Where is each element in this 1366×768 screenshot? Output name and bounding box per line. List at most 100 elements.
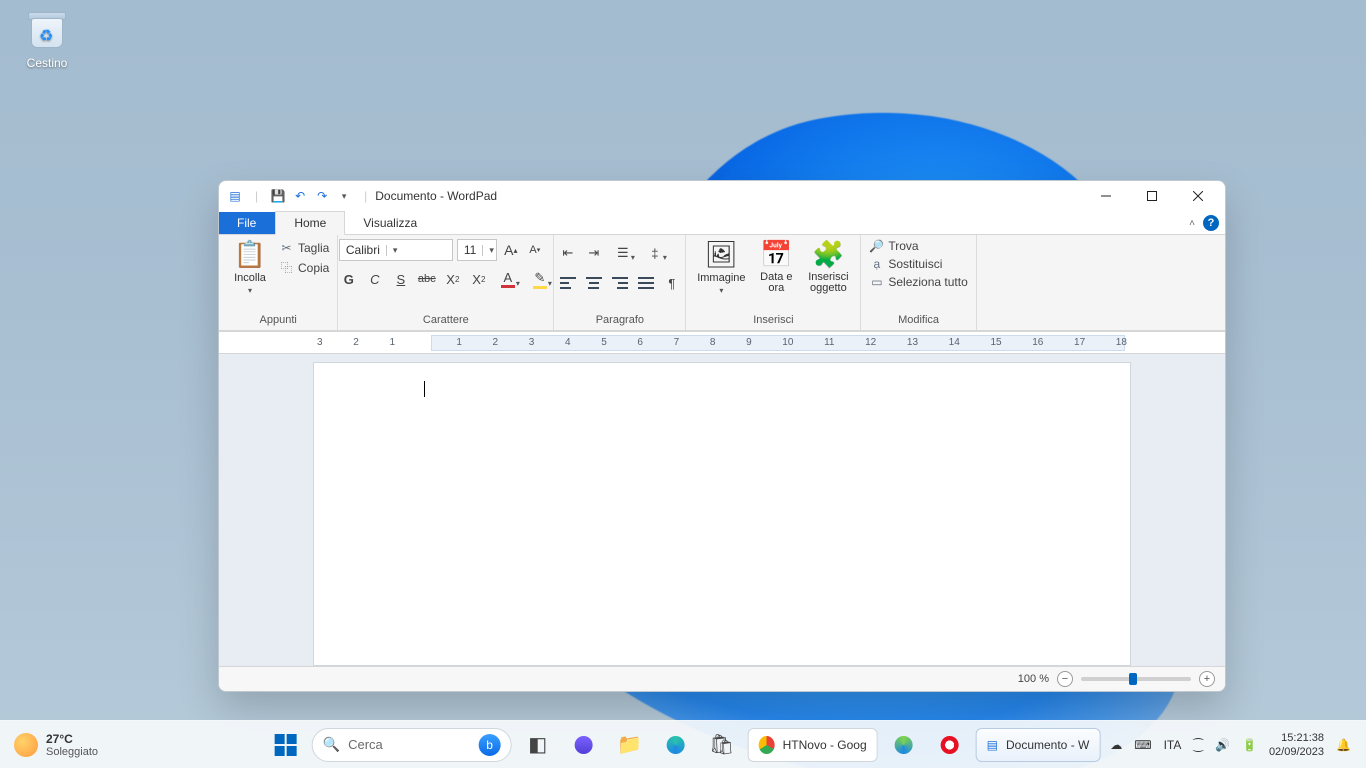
align-justify-button[interactable] [636,273,656,293]
start-button[interactable] [266,725,306,765]
undo-icon[interactable]: ↶ [292,188,308,204]
underline-button[interactable]: S [391,269,411,289]
subscript-button[interactable]: X2 [443,269,463,289]
chevron-down-icon: ▾ [719,286,723,295]
highlight-button[interactable]: ✎ [527,269,553,289]
group-label-font: Carattere [423,314,469,328]
clock[interactable]: 15:21:38 02/09/2023 [1269,731,1324,759]
ruler[interactable]: 3 2 1 1 2 3 4 5 6 7 8 9 10 11 12 13 14 1… [219,332,1225,354]
store-button[interactable]: 🛍 [702,725,742,765]
replace-icon: ạ [869,257,884,271]
wifi-icon[interactable]: ⁐ [1193,738,1203,752]
maximize-button[interactable] [1129,181,1175,211]
insert-object-button[interactable]: 🧩 Inserisci oggetto [804,239,852,294]
align-left-button[interactable] [558,273,578,293]
zoom-level: 100 % [1018,673,1049,685]
font-size-combo[interactable]: 11▾ [457,239,497,261]
font-color-button[interactable]: A [495,269,521,289]
taskbar-chrome[interactable]: HTNovo - Goog [748,728,878,762]
explorer-button[interactable]: 📁 [610,725,650,765]
scissors-icon: ✂ [279,241,294,255]
tab-view[interactable]: Visualizza [345,212,436,234]
ribbon: 📋 Incolla ▾ ✂Taglia ⿻Copia Appunti Calib… [219,235,1225,331]
superscript-button[interactable]: X2 [469,269,489,289]
zoom-in-button[interactable]: + [1199,671,1215,687]
italic-button[interactable]: C [365,269,385,289]
replace-button[interactable]: ạSostituisci [869,257,967,271]
onedrive-icon[interactable]: ☁ [1110,738,1122,752]
tab-file[interactable]: File [219,212,275,234]
language-indicator[interactable]: ITA [1164,738,1182,752]
search-input[interactable]: 🔍 Cerca b [312,728,512,762]
recycle-bin[interactable]: ♻ Cestino [12,8,82,70]
minimize-button[interactable] [1083,181,1129,211]
insert-picture-button[interactable]: 🖼 Immagine ▾ [694,239,748,295]
cut-button[interactable]: ✂Taglia [279,241,329,255]
select-all-icon: ▭ [869,275,884,289]
copy-button[interactable]: ⿻Copia [279,259,329,276]
volume-icon[interactable]: 🔊 [1215,738,1230,752]
collapse-ribbon-icon[interactable]: ˄ [1189,218,1195,229]
text-caret [424,381,425,397]
weather-temp: 27°C [46,732,98,746]
taskbar-wordpad[interactable]: ▤ Documento - W [976,728,1101,762]
chrome-icon [759,736,775,754]
sun-icon [14,733,38,757]
increase-indent-button[interactable]: ⇥ [584,243,604,263]
grow-font-button[interactable]: A▴ [501,240,521,260]
align-center-button[interactable] [584,273,604,293]
edge-icon [667,736,685,754]
redo-icon[interactable]: ↷ [314,188,330,204]
bing-icon: b [479,734,501,756]
strikethrough-button[interactable]: abє [417,269,437,289]
edge-dev-button[interactable] [884,725,924,765]
battery-icon[interactable]: 🔋 [1242,738,1257,752]
document-page[interactable] [313,362,1131,666]
line-spacing-button[interactable]: ‡ [642,243,668,263]
app-icon: ▤ [227,188,243,204]
close-button[interactable] [1175,181,1221,211]
search-icon: 🔍 [323,736,340,753]
edge-button[interactable] [656,725,696,765]
font-color-icon: A [501,270,515,288]
bold-button[interactable]: G [339,269,359,289]
zoom-out-button[interactable]: − [1057,671,1073,687]
qat-customize-icon[interactable]: ▾ [336,188,352,204]
zoom-slider[interactable] [1081,677,1191,681]
wordpad-icon: ▤ [987,738,998,752]
keyboard-icon[interactable]: ⌨ [1134,738,1151,752]
insert-datetime-button[interactable]: 📅 Data e ora [754,239,798,294]
group-insert: 🖼 Immagine ▾ 📅 Data e ora 🧩 Inserisci og… [686,235,861,330]
find-button[interactable]: 🔎Trova [869,239,967,253]
window-title: Documento - WordPad [375,189,497,203]
group-label-editing: Modifica [898,314,939,328]
select-all-button[interactable]: ▭Seleziona tutto [869,275,967,289]
group-label-clipboard: Appunti [260,314,297,328]
save-icon[interactable]: 💾 [270,188,286,204]
paste-button[interactable]: 📋 Incolla ▾ [227,239,273,295]
object-icon: 🧩 [812,239,844,270]
quick-access-toolbar: ▤ | 💾 ↶ ↷ ▾ | [223,188,373,204]
group-label-paragraph: Paragrafo [596,314,644,328]
tab-home[interactable]: Home [275,211,345,235]
font-family-combo[interactable]: Calibri▾ [339,239,453,261]
highlight-icon: ✎ [533,270,547,289]
paragraph-dialog-button[interactable]: ¶ [662,273,682,293]
bullets-button[interactable]: ☰ [610,243,636,263]
system-tray: ˄ ☁ ⌨ ITA ⁐ 🔊 🔋 15:21:38 02/09/2023 🔔 [1092,731,1366,759]
chat-button[interactable] [564,725,604,765]
opera-button[interactable] [930,725,970,765]
taskbar: 27°C Soleggiato 🔍 Cerca b ◧ 📁 🛍 HTNovo -… [0,720,1366,768]
titlebar[interactable]: ▤ | 💾 ↶ ↷ ▾ | Documento - WordPad [219,181,1225,211]
statusbar: 100 % − + [219,667,1225,691]
shrink-font-button[interactable]: A▾ [525,240,545,260]
decrease-indent-button[interactable]: ⇤ [558,243,578,263]
weather-widget[interactable]: 27°C Soleggiato [0,732,98,758]
group-editing: 🔎Trova ạSostituisci ▭Seleziona tutto Mod… [861,235,976,330]
notifications-button[interactable]: 🔔 [1336,738,1358,752]
copy-icon: ⿻ [279,259,294,276]
clipboard-icon: 📋 [234,239,266,270]
help-icon[interactable]: ? [1203,215,1219,231]
task-view-button[interactable]: ◧ [518,725,558,765]
align-right-button[interactable] [610,273,630,293]
